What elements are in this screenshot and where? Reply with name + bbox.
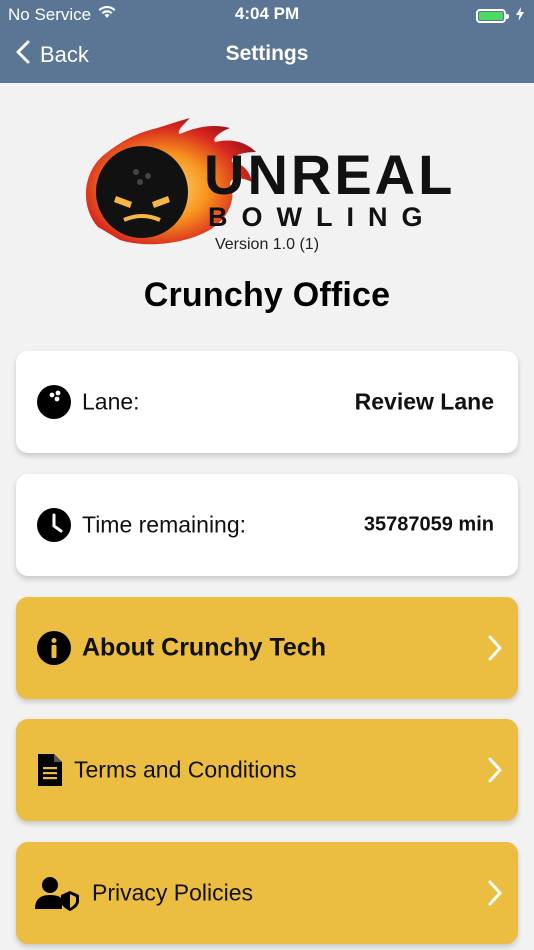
status-bar: No Service 4:04 PM	[0, 0, 534, 28]
terms-button[interactable]: Terms and Conditions	[16, 719, 518, 821]
header-bar: No Service 4:04 PM Back Settings	[0, 0, 534, 83]
lane-label: Lane:	[82, 388, 140, 415]
document-icon	[36, 752, 72, 788]
battery-icon	[476, 9, 509, 23]
office-name: Crunchy Office	[143, 276, 391, 314]
privacy-label: Privacy Policies	[92, 879, 254, 906]
about-label: About Crunchy Tech	[82, 633, 326, 662]
user-shield-icon	[34, 875, 80, 911]
time-remaining-value: 35787059 min	[363, 513, 494, 536]
bowling-ball-icon	[36, 384, 72, 420]
app-version: Version 1.0 (1)	[214, 236, 320, 253]
logo-bowling-text: BOWLING	[208, 202, 437, 232]
chevron-right-icon	[486, 756, 504, 784]
logo-unreal-text: UNREAL	[204, 143, 456, 206]
status-time: 4:04 PM	[234, 4, 300, 23]
charging-bolt-icon	[516, 6, 524, 26]
page-title: Settings	[225, 42, 309, 65]
terms-label: Terms and Conditions	[74, 756, 297, 783]
navigation-bar: Back Settings	[0, 30, 534, 80]
info-icon	[36, 630, 72, 666]
about-button[interactable]: About Crunchy Tech	[16, 597, 518, 699]
chevron-right-icon	[486, 879, 504, 907]
unreal-bowling-logo: UNREAL BOWLING	[80, 112, 460, 252]
privacy-button[interactable]: Privacy Policies	[16, 842, 518, 944]
clock-icon	[36, 507, 72, 543]
time-remaining-card: Time remaining: 35787059 min	[16, 474, 518, 576]
chevron-right-icon	[486, 634, 504, 662]
lane-card: Lane: Review Lane	[16, 351, 518, 453]
time-remaining-label: Time remaining:	[82, 511, 247, 538]
lane-value: Review Lane	[354, 388, 494, 415]
